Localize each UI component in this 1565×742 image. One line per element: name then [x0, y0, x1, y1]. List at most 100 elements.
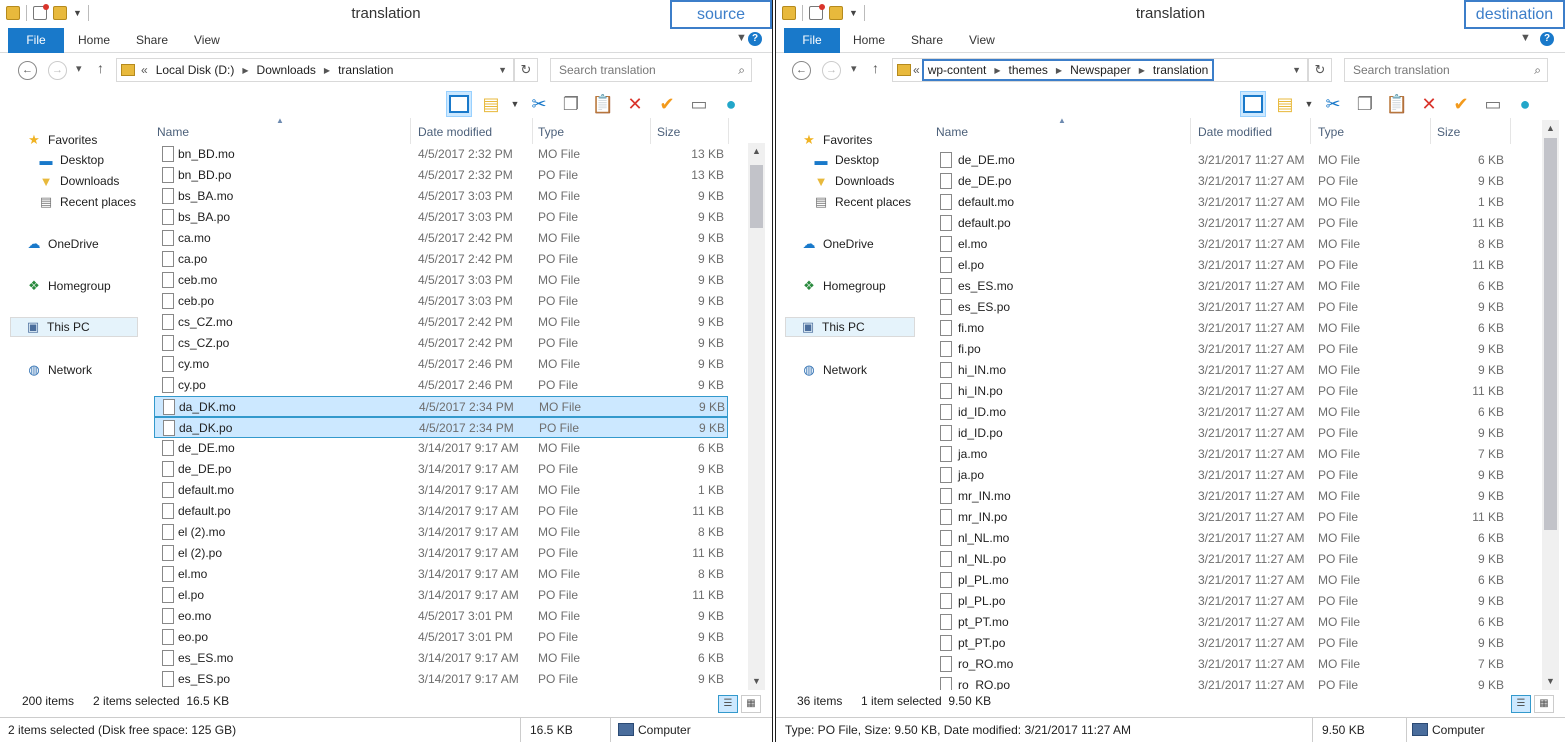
- table-row[interactable]: fi.mo 3/21/2017 11:27 AM MO File 6 KB: [932, 318, 1512, 339]
- refresh-button[interactable]: ↻: [1308, 58, 1332, 82]
- search-icon[interactable]: ⌕: [738, 59, 745, 81]
- table-row[interactable]: pt_PT.mo 3/21/2017 11:27 AM MO File 6 KB: [932, 612, 1512, 633]
- breadcrumb-newspaper[interactable]: Newspaper: [1070, 63, 1131, 77]
- table-row[interactable]: ca.mo 4/5/2017 2:42 PM MO File 9 KB: [154, 228, 728, 249]
- table-row[interactable]: bn_BD.po 4/5/2017 2:32 PM PO File 13 KB: [154, 165, 728, 186]
- table-row[interactable]: cy.po 4/5/2017 2:46 PM PO File 9 KB: [154, 375, 728, 396]
- expand-ribbon-icon[interactable]: ▼: [1520, 32, 1531, 44]
- forward-button[interactable]: →: [822, 61, 841, 80]
- chevron-right-icon[interactable]: ▶: [994, 66, 1000, 75]
- table-row[interactable]: hi_IN.mo 3/21/2017 11:27 AM MO File 9 KB: [932, 360, 1512, 381]
- table-row[interactable]: default.mo 3/21/2017 11:27 AM MO File 1 KB: [932, 192, 1512, 213]
- help-icon[interactable]: ?: [1540, 32, 1554, 46]
- nav-recent-places[interactable]: ▤ Recent places: [38, 192, 136, 212]
- nav-desktop[interactable]: ▬ Desktop: [813, 150, 880, 170]
- tab-view[interactable]: View: [969, 28, 995, 53]
- nav-onedrive[interactable]: ☁ OneDrive: [26, 234, 99, 254]
- column-name[interactable]: Name: [157, 125, 189, 139]
- paste-icon[interactable]: 📋: [590, 91, 616, 117]
- table-row[interactable]: bn_BD.mo 4/5/2017 2:32 PM MO File 13 KB: [154, 144, 728, 165]
- dropdown-icon[interactable]: ▼: [510, 91, 520, 117]
- table-row[interactable]: de_DE.mo 3/14/2017 9:17 AM MO File 6 KB: [154, 438, 728, 459]
- scroll-up-icon[interactable]: ▲: [1542, 120, 1559, 137]
- table-row[interactable]: el (2).po 3/14/2017 9:17 AM PO File 11 KB: [154, 543, 728, 564]
- column-size[interactable]: Size: [657, 125, 680, 139]
- search-icon[interactable]: ⌕: [1534, 59, 1541, 81]
- delete-icon[interactable]: ✕: [1416, 91, 1442, 117]
- nav-favorites[interactable]: ★ Favorites: [801, 130, 872, 150]
- chevron-right-icon[interactable]: ▶: [1139, 66, 1145, 75]
- folder-options-icon[interactable]: ▤: [1272, 91, 1298, 117]
- nav-this-pc[interactable]: ▣ This PC: [10, 317, 138, 337]
- table-row[interactable]: id_ID.mo 3/21/2017 11:27 AM MO File 6 KB: [932, 402, 1512, 423]
- overflow-chevron-icon[interactable]: «: [141, 63, 148, 77]
- scroll-thumb[interactable]: [1544, 138, 1557, 530]
- expand-ribbon-icon[interactable]: ▼: [736, 32, 747, 44]
- table-row[interactable]: ceb.po 4/5/2017 3:03 PM PO File 9 KB: [154, 291, 728, 312]
- table-row[interactable]: bs_BA.po 4/5/2017 3:03 PM PO File 9 KB: [154, 207, 728, 228]
- table-row[interactable]: default.po 3/21/2017 11:27 AM PO File 11 KB: [932, 213, 1512, 234]
- nav-desktop[interactable]: ▬ Desktop: [38, 150, 105, 170]
- copy-icon[interactable]: ❐: [1352, 91, 1378, 117]
- nav-homegroup[interactable]: ❖ Homegroup: [801, 276, 886, 296]
- address-dropdown-icon[interactable]: ▼: [498, 65, 507, 75]
- address-dropdown-icon[interactable]: ▼: [1292, 65, 1301, 75]
- scroll-down-icon[interactable]: ▼: [748, 673, 765, 690]
- recent-locations-icon[interactable]: ▾: [76, 62, 82, 75]
- chevron-right-icon[interactable]: ▶: [324, 66, 330, 75]
- paste-icon[interactable]: 📋: [1384, 91, 1410, 117]
- refresh-button[interactable]: ↻: [514, 58, 538, 82]
- table-row[interactable]: cy.mo 4/5/2017 2:46 PM MO File 9 KB: [154, 354, 728, 375]
- search-input[interactable]: Search translation ⌕: [1344, 58, 1548, 82]
- back-button[interactable]: ←: [18, 61, 37, 80]
- table-row[interactable]: el.po 3/21/2017 11:27 AM PO File 11 KB: [932, 255, 1512, 276]
- table-row[interactable]: eo.mo 4/5/2017 3:01 PM MO File 9 KB: [154, 606, 728, 627]
- table-row[interactable]: ceb.mo 4/5/2017 3:03 PM MO File 9 KB: [154, 270, 728, 291]
- vertical-scrollbar[interactable]: ▲ ▼: [748, 143, 765, 690]
- breadcrumb-themes[interactable]: themes: [1009, 63, 1048, 77]
- dropdown-icon[interactable]: ▼: [1304, 91, 1314, 117]
- tab-share[interactable]: Share: [911, 28, 943, 53]
- nav-downloads[interactable]: ▼ Downloads: [38, 171, 120, 191]
- preview-pane-button[interactable]: [446, 91, 472, 117]
- nav-downloads[interactable]: ▼ Downloads: [813, 171, 895, 191]
- chevron-right-icon[interactable]: ▶: [1056, 66, 1062, 75]
- table-row[interactable]: es_ES.mo 3/21/2017 11:27 AM MO File 6 KB: [932, 276, 1512, 297]
- nav-network[interactable]: ◍ Network: [801, 360, 867, 380]
- table-row[interactable]: mr_IN.po 3/21/2017 11:27 AM PO File 11 KB: [932, 507, 1512, 528]
- address-bar[interactable]: « wp-content ▶ themes ▶ Newspaper ▶ transla…: [892, 58, 1308, 82]
- up-button[interactable]: ↑: [872, 60, 879, 76]
- column-type[interactable]: Type: [538, 125, 564, 139]
- table-row[interactable]: el (2).mo 3/14/2017 9:17 AM MO File 8 KB: [154, 522, 728, 543]
- nav-recent-places[interactable]: ▤ Recent places: [813, 192, 911, 212]
- breadcrumb-wp-content[interactable]: wp-content: [928, 63, 987, 77]
- scroll-up-icon[interactable]: ▲: [748, 143, 765, 160]
- cut-icon[interactable]: ✂: [1320, 91, 1346, 117]
- search-input[interactable]: Search translation ⌕: [550, 58, 752, 82]
- table-row[interactable]: mr_IN.mo 3/21/2017 11:27 AM MO File 9 KB: [932, 486, 1512, 507]
- shell-icon[interactable]: ●: [1512, 91, 1538, 117]
- tab-file[interactable]: File: [8, 28, 64, 53]
- table-row[interactable]: el.po 3/14/2017 9:17 AM PO File 11 KB: [154, 585, 728, 606]
- address-bar[interactable]: « Local Disk (D:) ▶ Downloads ▶ translatio…: [116, 58, 514, 82]
- tab-file[interactable]: File: [784, 28, 840, 53]
- table-row[interactable]: da_DK.po 4/5/2017 2:34 PM PO File 9 KB: [154, 417, 728, 438]
- overflow-chevron-icon[interactable]: «: [913, 63, 920, 77]
- scroll-thumb[interactable]: [750, 165, 763, 228]
- column-type[interactable]: Type: [1318, 125, 1344, 139]
- shell-icon[interactable]: ●: [718, 91, 744, 117]
- breadcrumb-translation[interactable]: translation: [1153, 63, 1208, 77]
- table-row[interactable]: eo.po 4/5/2017 3:01 PM PO File 9 KB: [154, 627, 728, 648]
- table-row[interactable]: hi_IN.po 3/21/2017 11:27 AM PO File 11 KB: [932, 381, 1512, 402]
- breadcrumb-local-disk[interactable]: Local Disk (D:): [156, 63, 235, 77]
- table-row[interactable]: pl_PL.mo 3/21/2017 11:27 AM MO File 6 KB: [932, 570, 1512, 591]
- table-row[interactable]: de_DE.po 3/14/2017 9:17 AM PO File 9 KB: [154, 459, 728, 480]
- table-row[interactable]: el.mo 3/21/2017 11:27 AM MO File 8 KB: [932, 234, 1512, 255]
- forward-button[interactable]: →: [48, 61, 67, 80]
- vertical-scrollbar[interactable]: ▲ ▼: [1542, 120, 1559, 690]
- table-row[interactable]: de_DE.mo 3/21/2017 11:27 AM MO File 6 KB: [932, 150, 1512, 171]
- table-row[interactable]: ja.mo 3/21/2017 11:27 AM MO File 7 KB: [932, 444, 1512, 465]
- folder-options-icon[interactable]: ▤: [478, 91, 504, 117]
- column-name[interactable]: Name: [936, 125, 968, 139]
- details-view-button[interactable]: ☰: [1511, 695, 1531, 713]
